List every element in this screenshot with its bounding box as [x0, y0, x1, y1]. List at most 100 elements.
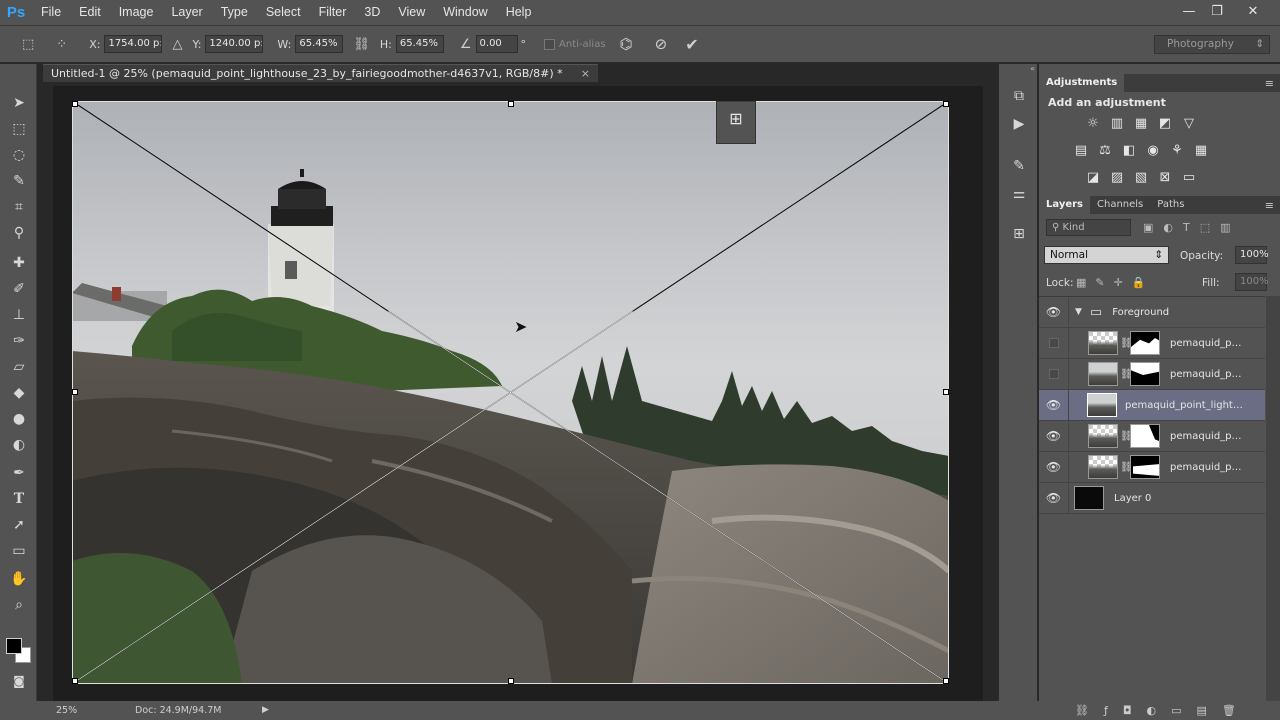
- layer-row-selected[interactable]: 👁 pemaquid_point_lightho...: [1039, 389, 1265, 421]
- gradient-map-icon[interactable]: ▭: [1180, 168, 1198, 186]
- marquee-tool-icon[interactable]: ⬚: [8, 118, 30, 140]
- foreground-color-swatch[interactable]: [6, 638, 22, 654]
- eye-icon[interactable]: 👁: [1039, 451, 1069, 483]
- photo-filter-icon[interactable]: ◉: [1144, 141, 1162, 159]
- menu-help[interactable]: Help: [497, 0, 541, 25]
- layer-footer-icons[interactable]: ⛓ƒ◘◐▭▤🗑: [1075, 701, 1251, 720]
- posterize-icon[interactable]: ▨: [1108, 168, 1126, 186]
- layer-mask-thumbnail[interactable]: [1130, 455, 1160, 479]
- transform-box[interactable]: [72, 101, 949, 684]
- transform-handle[interactable]: [72, 678, 78, 684]
- clone-source-icon[interactable]: ⊞: [1009, 224, 1029, 244]
- menu-select[interactable]: Select: [257, 0, 310, 25]
- status-menu-arrow-icon[interactable]: ▶: [262, 701, 269, 720]
- history-panel-icon[interactable]: ⧉: [1009, 86, 1029, 106]
- eraser-tool-icon[interactable]: ▱: [8, 356, 30, 378]
- layer-mask-thumbnail[interactable]: [1130, 331, 1160, 355]
- panel-menu-icon[interactable]: ≡: [1265, 199, 1274, 212]
- color-lookup-icon[interactable]: ▦: [1192, 141, 1210, 159]
- quick-select-tool-icon[interactable]: ✎: [8, 170, 30, 192]
- menu-image[interactable]: Image: [110, 0, 163, 25]
- tab-channels[interactable]: Channels: [1090, 196, 1150, 214]
- clone-stamp-tool-icon[interactable]: ⊥: [8, 304, 30, 326]
- menu-layer[interactable]: Layer: [162, 0, 211, 25]
- y-field[interactable]: 1240.00 p:: [205, 35, 264, 53]
- brightness-contrast-icon[interactable]: ☼: [1084, 114, 1102, 132]
- levels-icon[interactable]: ▥: [1108, 114, 1126, 132]
- threshold-icon[interactable]: ▧: [1132, 168, 1150, 186]
- tab-adjustments[interactable]: Adjustments: [1039, 74, 1125, 92]
- x-field[interactable]: 1754.00 p:: [104, 35, 163, 53]
- transform-handle[interactable]: [508, 678, 514, 684]
- tab-layers[interactable]: Layers: [1039, 196, 1090, 214]
- fill-field[interactable]: 100%: [1235, 273, 1269, 291]
- lasso-tool-icon[interactable]: ◌: [8, 144, 30, 166]
- link-icon[interactable]: ⛓: [1120, 462, 1133, 473]
- layers-scrollbar[interactable]: [1266, 296, 1280, 701]
- antialias-checkbox[interactable]: [544, 38, 556, 50]
- hand-tool-icon[interactable]: ✋: [8, 568, 30, 590]
- transform-handle[interactable]: [943, 389, 949, 395]
- layer-row[interactable]: ⛓ pemaquid_poi...: [1039, 358, 1265, 390]
- eye-icon[interactable]: 👁: [1039, 420, 1069, 452]
- move-tool-icon[interactable]: ➤: [8, 92, 30, 114]
- properties-icon[interactable]: ⊞: [717, 102, 755, 136]
- menu-file[interactable]: File: [32, 0, 70, 25]
- commit-transform-icon[interactable]: ✔: [685, 35, 698, 54]
- curves-icon[interactable]: ▦: [1132, 114, 1150, 132]
- invert-icon[interactable]: ◪: [1084, 168, 1102, 186]
- transform-handle[interactable]: [508, 101, 514, 107]
- type-tool-icon[interactable]: T: [8, 488, 30, 510]
- visibility-toggle[interactable]: [1039, 327, 1069, 359]
- layer-row[interactable]: ⛓ pemaquid_poi...: [1039, 327, 1265, 359]
- lock-icons[interactable]: ▦✎✛🔒: [1076, 276, 1155, 289]
- healing-brush-tool-icon[interactable]: ✚: [8, 252, 30, 274]
- panel-menu-icon[interactable]: ≡: [1265, 77, 1274, 90]
- link-icon[interactable]: ⛓: [353, 37, 370, 52]
- tab-close-icon[interactable]: ×: [581, 65, 590, 82]
- color-balance-icon[interactable]: ⚖: [1096, 141, 1114, 159]
- exposure-icon[interactable]: ◩: [1156, 114, 1174, 132]
- menu-3d[interactable]: 3D: [355, 0, 389, 25]
- menu-window[interactable]: Window: [434, 0, 496, 25]
- rectangle-tool-icon[interactable]: ▭: [8, 540, 30, 562]
- selective-color-icon[interactable]: ⊠: [1156, 168, 1174, 186]
- link-icon[interactable]: ⛓: [1120, 431, 1133, 442]
- menu-type[interactable]: Type: [212, 0, 257, 25]
- collapse-arrows-icon[interactable]: «: [1030, 64, 1035, 73]
- paint-bucket-tool-icon[interactable]: ◆: [8, 382, 30, 404]
- transform-tool-icon[interactable]: ⬚: [22, 37, 34, 52]
- relative-position-icon[interactable]: △: [172, 37, 182, 52]
- brush-presets-icon[interactable]: ⚌: [1009, 184, 1029, 204]
- black-white-icon[interactable]: ◧: [1120, 141, 1138, 159]
- eye-icon[interactable]: 👁: [1039, 389, 1069, 421]
- angle-field[interactable]: 0.00: [475, 35, 518, 53]
- menu-edit[interactable]: Edit: [70, 0, 110, 25]
- brush-tool-icon[interactable]: ✐: [8, 278, 30, 300]
- disclosure-triangle-icon[interactable]: ▼: [1075, 307, 1082, 317]
- opacity-field[interactable]: 100%: [1235, 246, 1269, 264]
- layer-row[interactable]: 👁 ⛓ pemaquid_poi...: [1039, 420, 1265, 452]
- menu-view[interactable]: View: [389, 0, 434, 25]
- actions-panel-icon[interactable]: ▶: [1009, 114, 1029, 134]
- vibrance-icon[interactable]: ▽: [1180, 114, 1198, 132]
- restore-button[interactable]: ❐: [1200, 0, 1234, 22]
- pen-tool-icon[interactable]: ✒: [8, 462, 30, 484]
- layer-mask-thumbnail[interactable]: [1130, 362, 1160, 386]
- layer-group-foreground[interactable]: 👁 ▼ ▭ Foreground: [1039, 296, 1265, 328]
- eye-icon[interactable]: 👁: [1039, 296, 1069, 328]
- menu-filter[interactable]: Filter: [310, 0, 356, 25]
- reference-point-icon[interactable]: ⁘: [56, 37, 67, 52]
- layer-filter-icons[interactable]: ▣◐T⬚▥: [1143, 221, 1241, 234]
- close-window-button[interactable]: ✕: [1236, 0, 1270, 22]
- brush-panel-icon[interactable]: ✎: [1009, 156, 1029, 176]
- tab-paths[interactable]: Paths: [1150, 196, 1191, 214]
- crop-tool-icon[interactable]: ⌗: [8, 196, 30, 218]
- width-field[interactable]: 65.45%: [295, 35, 344, 53]
- zoom-level[interactable]: 25%: [56, 701, 77, 720]
- visibility-toggle[interactable]: [1039, 358, 1069, 390]
- layer-row[interactable]: 👁 ⛓ pemaquid_poi...: [1039, 451, 1265, 483]
- history-brush-tool-icon[interactable]: ✑: [8, 330, 30, 352]
- canvas-image[interactable]: » × ⊞ ➤: [72, 101, 949, 684]
- path-selection-tool-icon[interactable]: ➚: [8, 514, 30, 536]
